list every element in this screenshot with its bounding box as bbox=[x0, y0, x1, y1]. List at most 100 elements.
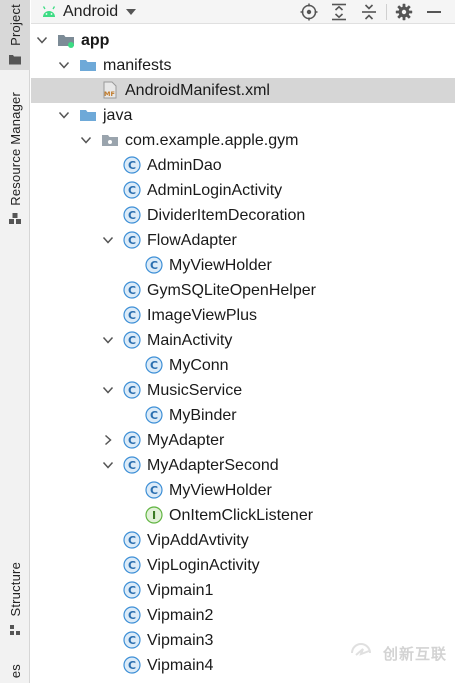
collapse-all-icon bbox=[362, 4, 376, 20]
class-icon: C bbox=[123, 306, 141, 324]
settings-button[interactable] bbox=[389, 0, 419, 24]
class-icon: C bbox=[123, 431, 141, 449]
svg-text:C: C bbox=[150, 359, 158, 372]
structure-tab[interactable]: Structure bbox=[0, 562, 30, 652]
class-icon: C bbox=[123, 581, 141, 599]
tree-row[interactable]: C MyViewHolder bbox=[31, 253, 455, 278]
chevron-down-icon[interactable] bbox=[101, 233, 115, 247]
view-selector[interactable]: Android bbox=[41, 2, 137, 21]
gear-icon bbox=[395, 3, 413, 21]
tree-row-label: com.example.apple.gym bbox=[125, 132, 299, 149]
tree-row-label: java bbox=[103, 107, 133, 124]
tree-row[interactable]: com.example.apple.gym bbox=[31, 128, 455, 153]
chevron-down-icon[interactable] bbox=[101, 458, 115, 472]
tree-row-label: MyAdapterSecond bbox=[147, 457, 279, 474]
tree-row-label: OnItemClickListener bbox=[169, 507, 314, 524]
tree-row-label: AdminDao bbox=[147, 157, 222, 174]
chevron-down-icon[interactable] bbox=[79, 133, 93, 147]
tree-row-label: MyConn bbox=[169, 357, 229, 374]
svg-text:C: C bbox=[128, 634, 136, 647]
chevron-down-icon[interactable] bbox=[35, 33, 49, 47]
view-selector-label: Android bbox=[63, 2, 119, 20]
folder-icon bbox=[80, 110, 96, 121]
expand-all-button[interactable] bbox=[324, 0, 354, 24]
class-icon: C bbox=[123, 156, 141, 174]
tree-row[interactable]: C ImageViewPlus bbox=[31, 303, 455, 328]
minimize-button[interactable] bbox=[419, 0, 449, 24]
folder-icon bbox=[9, 54, 21, 65]
tree-row-label: MyViewHolder bbox=[169, 257, 272, 274]
tree-row[interactable]: C GymSQLiteOpenHelper bbox=[31, 278, 455, 303]
svg-text:C: C bbox=[128, 559, 136, 572]
class-icon: C bbox=[123, 331, 141, 349]
class-icon: C bbox=[123, 206, 141, 224]
class-icon: C bbox=[145, 481, 163, 499]
tree-row[interactable]: C MyConn bbox=[31, 353, 455, 378]
favorites-tab-label: es bbox=[7, 664, 23, 679]
svg-text:C: C bbox=[128, 334, 136, 347]
svg-text:C: C bbox=[128, 384, 136, 397]
svg-text:C: C bbox=[150, 259, 158, 272]
svg-text:C: C bbox=[128, 284, 136, 297]
chevron-right-icon[interactable] bbox=[101, 433, 115, 447]
folder-icon bbox=[80, 60, 96, 71]
tree-row-label: FlowAdapter bbox=[147, 232, 237, 249]
tree-row[interactable]: C VipAddAvtivity bbox=[31, 528, 455, 553]
tree-row-label: VipAddAvtivity bbox=[147, 532, 249, 549]
tree-row[interactable]: C MyAdapterSecond bbox=[31, 453, 455, 478]
svg-text:C: C bbox=[128, 159, 136, 172]
class-icon: C bbox=[145, 406, 163, 424]
svg-text:C: C bbox=[150, 409, 158, 422]
tree-row[interactable]: C MyViewHolder bbox=[31, 478, 455, 503]
tree-row[interactable]: MF AndroidManifest.xml bbox=[31, 78, 455, 103]
project-tab[interactable]: Project bbox=[0, 0, 30, 70]
class-icon: C bbox=[123, 456, 141, 474]
tree-row[interactable]: I OnItemClickListener bbox=[31, 503, 455, 528]
class-icon: C bbox=[123, 181, 141, 199]
resource-icon bbox=[9, 212, 21, 224]
tree-row[interactable]: C VipLoginActivity bbox=[31, 553, 455, 578]
android-icon bbox=[42, 5, 56, 17]
structure-icon bbox=[10, 624, 20, 635]
tree-row[interactable]: app bbox=[31, 28, 455, 53]
chevron-down-icon[interactable] bbox=[57, 58, 71, 72]
tree-row[interactable]: C AdminLoginActivity bbox=[31, 178, 455, 203]
tree-row[interactable]: C Vipmain2 bbox=[31, 603, 455, 628]
expand-all-icon bbox=[332, 3, 346, 21]
tree-row-label: AndroidManifest.xml bbox=[125, 82, 270, 99]
tree-row-label: ImageViewPlus bbox=[147, 307, 257, 324]
tree-row-label: Vipmain2 bbox=[147, 607, 214, 624]
svg-text:C: C bbox=[150, 484, 158, 497]
tree-row-label: MyBinder bbox=[169, 407, 237, 424]
svg-text:C: C bbox=[128, 534, 136, 547]
tree-row-label: MyAdapter bbox=[147, 432, 225, 449]
tree-row[interactable]: C MainActivity bbox=[31, 328, 455, 353]
tree-row-label: manifests bbox=[103, 57, 172, 74]
tree-row[interactable]: C DividerItemDecoration bbox=[31, 203, 455, 228]
chevron-down-icon[interactable] bbox=[57, 108, 71, 122]
tree-row[interactable]: manifests bbox=[31, 53, 455, 78]
chevron-down-icon[interactable] bbox=[101, 333, 115, 347]
chevron-down-icon[interactable] bbox=[101, 383, 115, 397]
svg-text:C: C bbox=[128, 584, 136, 597]
svg-text:C: C bbox=[128, 609, 136, 622]
watermark: 创新互联 bbox=[349, 641, 447, 665]
package-icon bbox=[102, 135, 118, 146]
tree-row[interactable]: C MyAdapter bbox=[31, 428, 455, 453]
tree-row[interactable]: C FlowAdapter bbox=[31, 228, 455, 253]
tree-row[interactable]: C MyBinder bbox=[31, 403, 455, 428]
class-icon: C bbox=[123, 381, 141, 399]
tree-row[interactable]: java bbox=[31, 103, 455, 128]
project-tree: app manifests MF AndroidManifest.xml java com… bbox=[31, 28, 455, 678]
interface-icon: I bbox=[145, 506, 163, 524]
locate-button[interactable] bbox=[294, 0, 324, 24]
tree-row[interactable]: C Vipmain1 bbox=[31, 578, 455, 603]
collapse-all-button[interactable] bbox=[354, 0, 384, 24]
tree-row[interactable]: C AdminDao bbox=[31, 153, 455, 178]
tree-row[interactable]: C MusicService bbox=[31, 378, 455, 403]
locate-icon bbox=[300, 3, 318, 21]
tree-row-label: app bbox=[81, 32, 110, 49]
watermark-logo-icon bbox=[350, 643, 371, 656]
favorites-tab[interactable]: es bbox=[0, 664, 30, 683]
resource-manager-tab[interactable]: Resource Manager bbox=[0, 92, 30, 242]
